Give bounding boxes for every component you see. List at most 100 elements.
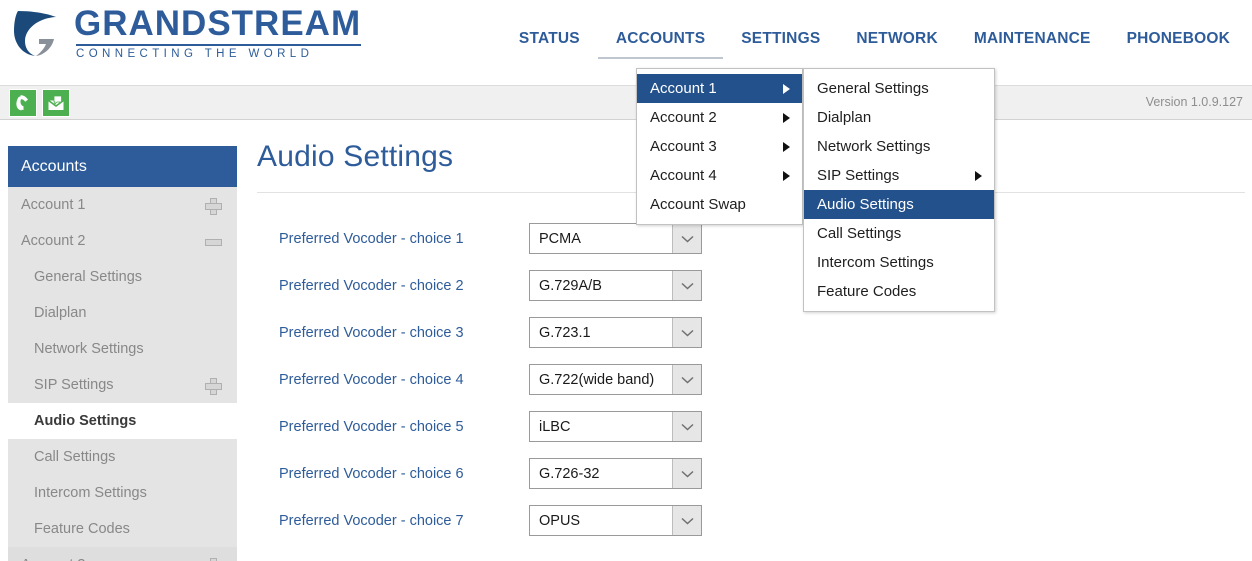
menu-item-label: Feature Codes: [817, 283, 917, 300]
chevron-down-icon[interactable]: [672, 224, 701, 253]
sidebar-item-list: Account 1 Account 2 General Settings Dialpl…: [8, 187, 237, 561]
menu-item-label: Account 3: [650, 138, 717, 155]
field-label-vocoder-choice-4: Preferred Vocoder - choice 4: [279, 371, 464, 388]
sidebar-item-label: Audio Settings: [34, 413, 137, 429]
select-value: G.723.1: [539, 324, 591, 341]
chevron-down-icon[interactable]: [672, 318, 701, 347]
sidebar-item-label: Account 2: [21, 233, 86, 249]
chevron-down-icon[interactable]: [672, 365, 701, 394]
field-label-vocoder-choice-7: Preferred Vocoder - choice 7: [279, 512, 464, 529]
sidebar-item-call-settings[interactable]: Call Settings: [8, 439, 237, 475]
menu-item-label: Account 4: [650, 167, 717, 184]
menu-item-label: Intercom Settings: [817, 254, 934, 271]
select-value: G.722(wide band): [539, 371, 655, 388]
select-value: G.726-32: [539, 465, 600, 482]
nav-item-status[interactable]: STATUS: [501, 30, 598, 59]
vocoder-choice-7-select[interactable]: OPUS: [529, 505, 702, 536]
menu-item-dialplan[interactable]: Dialplan: [804, 103, 994, 132]
menu-item-intercom-settings[interactable]: Intercom Settings: [804, 248, 994, 277]
audio-settings-form: Preferred Vocoder - choice 1 PCMA Preferre…: [257, 215, 1242, 544]
sidebar-item-account-2[interactable]: Account 2: [8, 223, 237, 259]
submenu-arrow-icon: [783, 170, 790, 181]
select-value: PCMA: [539, 230, 581, 247]
nav-item-phonebook[interactable]: PHONEBOOK: [1109, 30, 1248, 59]
brand-text: GRANDSTREAM CONNECTING THE WORLD: [74, 3, 362, 61]
menu-item-label: General Settings: [817, 80, 929, 97]
menu-item-label: SIP Settings: [817, 167, 900, 184]
vocoder-choice-6-select[interactable]: G.726-32: [529, 458, 702, 489]
vocoder-choice-4-select[interactable]: G.722(wide band): [529, 364, 702, 395]
chevron-down-icon[interactable]: [672, 271, 701, 300]
menu-item-label: Dialplan: [817, 109, 872, 126]
sidebar-item-account-3[interactable]: Account 3: [8, 547, 237, 561]
field-label-vocoder-choice-5: Preferred Vocoder - choice 5: [279, 418, 464, 435]
sidebar-item-dialplan[interactable]: Dialplan: [8, 295, 237, 331]
brand-logo[interactable]: GRANDSTREAM CONNECTING THE WORLD: [8, 3, 362, 61]
submenu-arrow-icon: [783, 141, 790, 152]
sidebar-item-network-settings[interactable]: Network Settings: [8, 331, 237, 367]
menu-item-account-1[interactable]: Account 1: [637, 74, 802, 103]
select-value: iLBC: [539, 418, 571, 435]
vocoder-choice-1-select[interactable]: PCMA: [529, 223, 702, 254]
menu-item-audio-settings[interactable]: Audio Settings: [804, 190, 994, 219]
menu-item-label: Network Settings: [817, 138, 931, 155]
sidebar-item-sip-settings[interactable]: SIP Settings: [8, 367, 237, 403]
sidebar-item-label: Account 1: [21, 197, 86, 213]
main-navigation: STATUS ACCOUNTS SETTINGS NETWORK MAINTENANCE…: [501, 30, 1248, 59]
accounts-dropdown-menu: Account 1 Account 2 Account 3 Account 4 Acco…: [636, 68, 803, 225]
sidebar-header: Accounts: [8, 146, 237, 187]
menu-item-account-3[interactable]: Account 3: [637, 132, 802, 161]
brand-name: GRANDSTREAM: [74, 3, 362, 43]
sidebar-item-feature-codes[interactable]: Feature Codes: [8, 511, 237, 547]
phone-handset-icon[interactable]: [9, 89, 37, 117]
vocoder-choice-3-select[interactable]: G.723.1: [529, 317, 702, 348]
sidebar-item-label: General Settings: [34, 269, 143, 285]
sidebar-item-intercom-settings[interactable]: Intercom Settings: [8, 475, 237, 511]
menu-item-account-4[interactable]: Account 4: [637, 161, 802, 190]
sidebar-item-label: Account 3: [21, 557, 86, 561]
field-label-vocoder-choice-6: Preferred Vocoder - choice 6: [279, 465, 464, 482]
field-label-vocoder-choice-2: Preferred Vocoder - choice 2: [279, 277, 464, 294]
nav-item-network[interactable]: NETWORK: [838, 30, 955, 59]
field-label-vocoder-choice-1: Preferred Vocoder - choice 1: [279, 230, 464, 247]
submenu-arrow-icon: [975, 170, 982, 181]
menu-item-general-settings[interactable]: General Settings: [804, 74, 994, 103]
brand-tagline: CONNECTING THE WORLD: [76, 47, 314, 60]
plus-icon[interactable]: [205, 557, 220, 561]
chevron-down-icon[interactable]: [672, 412, 701, 441]
form-row: Preferred Vocoder - choice 6 G.726-32: [257, 450, 1242, 497]
form-row: Preferred Vocoder - choice 5 iLBC: [257, 403, 1242, 450]
form-row: Preferred Vocoder - choice 2 G.729A/B: [257, 262, 1242, 309]
toolbar-icon-group: [9, 89, 70, 117]
firmware-version: Version 1.0.9.127: [1145, 95, 1243, 109]
menu-item-label: Account 2: [650, 109, 717, 126]
plus-icon[interactable]: [205, 197, 222, 215]
menu-item-account-swap[interactable]: Account Swap: [637, 190, 802, 219]
sidebar-item-label: Feature Codes: [34, 521, 130, 537]
voicemail-envelope-icon[interactable]: [42, 89, 70, 117]
menu-item-label: Account 1: [650, 80, 717, 97]
minus-icon[interactable]: [205, 234, 222, 249]
menu-item-label: Call Settings: [817, 225, 902, 242]
sidebar: Accounts Account 1 Account 2 General Setti…: [8, 146, 237, 561]
sidebar-item-account-1[interactable]: Account 1: [8, 187, 237, 223]
sidebar-item-audio-settings[interactable]: Audio Settings: [8, 403, 237, 439]
nav-item-accounts[interactable]: ACCOUNTS: [597, 30, 724, 59]
menu-item-feature-codes[interactable]: Feature Codes: [804, 277, 994, 306]
sidebar-item-general-settings[interactable]: General Settings: [8, 259, 237, 295]
select-value: OPUS: [539, 512, 581, 529]
menu-item-sip-settings[interactable]: SIP Settings: [804, 161, 994, 190]
field-label-vocoder-choice-3: Preferred Vocoder - choice 3: [279, 324, 464, 341]
plus-icon[interactable]: [205, 377, 222, 395]
nav-item-maintenance[interactable]: MAINTENANCE: [956, 30, 1109, 59]
nav-item-settings[interactable]: SETTINGS: [723, 30, 838, 59]
account-settings-submenu: General Settings Dialplan Network Settings…: [803, 68, 995, 312]
chevron-down-icon[interactable]: [672, 459, 701, 488]
vocoder-choice-5-select[interactable]: iLBC: [529, 411, 702, 442]
menu-item-network-settings[interactable]: Network Settings: [804, 132, 994, 161]
chevron-down-icon[interactable]: [672, 506, 701, 535]
vocoder-choice-2-select[interactable]: G.729A/B: [529, 270, 702, 301]
menu-item-call-settings[interactable]: Call Settings: [804, 219, 994, 248]
menu-item-account-2[interactable]: Account 2: [637, 103, 802, 132]
submenu-arrow-icon: [783, 83, 790, 94]
